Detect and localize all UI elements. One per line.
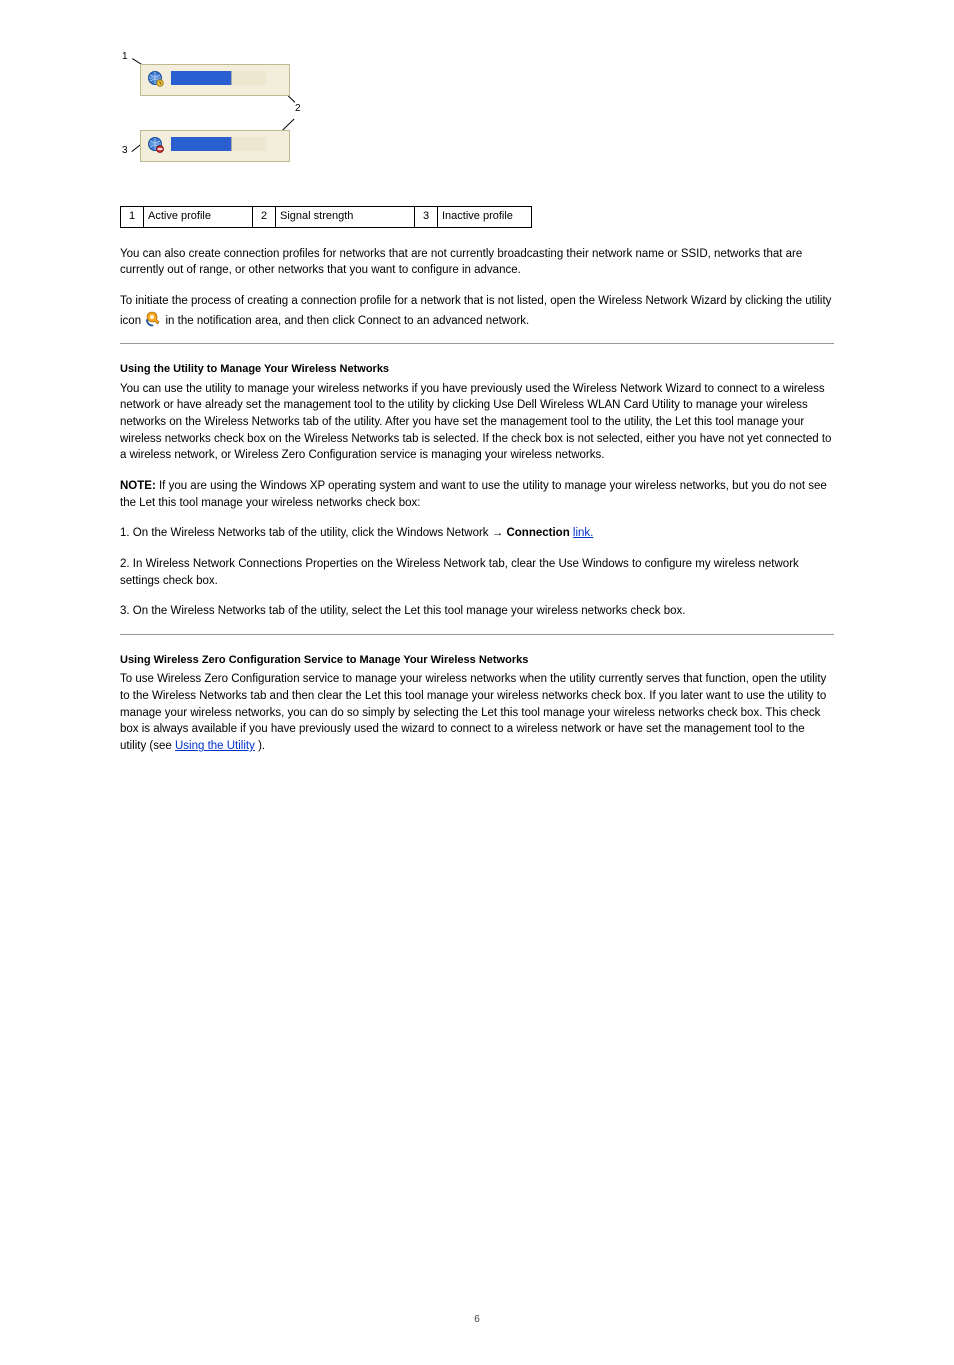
section-heading: Using Wireless Zero Configuration Servic… [120, 653, 834, 667]
arrow-icon: → [492, 527, 504, 539]
paragraph: To use Wireless Zero Configuration servi… [120, 671, 834, 754]
network-active-icon [147, 70, 165, 88]
signal-strength-indicator [231, 137, 266, 151]
page-number: 6 [120, 1315, 834, 1325]
profile-name-highlight [171, 71, 231, 85]
text: If you are using the Windows XP operatin… [120, 480, 827, 509]
table-row: 1 Active profile 2 Signal strength 3 Ina… [121, 207, 532, 228]
network-inactive-icon [147, 136, 165, 154]
note-paragraph: NOTE: If you are using the Windows XP op… [120, 478, 834, 511]
profile-figure: 1 2 3 [120, 48, 834, 198]
inactive-profile-bar [140, 130, 290, 162]
paragraph: You can use the utility to manage your w… [120, 381, 834, 464]
signal-strength-indicator [231, 71, 266, 85]
using-the-utility-link[interactable]: Using the Utility [175, 740, 255, 752]
note-label: NOTE: [120, 480, 156, 492]
key-number: 2 [253, 207, 276, 228]
connection-link[interactable]: link. [573, 527, 593, 539]
callout-2: 2 [295, 104, 301, 114]
paragraph: You can also create connection profiles … [120, 246, 834, 279]
text: In Wireless Network Connections Properti… [120, 558, 799, 587]
step-1: 1. On the Wireless Networks tab of the u… [120, 525, 834, 542]
text-bold: Connection [506, 527, 569, 539]
step-3: 3. On the Wireless Networks tab of the u… [120, 603, 834, 620]
active-profile-bar [140, 64, 290, 96]
key-text: Inactive profile [438, 207, 532, 228]
divider [120, 634, 834, 635]
callout-1: 1 [122, 52, 128, 62]
text: in the notification area, and then click… [166, 315, 530, 327]
key-number: 1 [121, 207, 144, 228]
key-text: Signal strength [276, 207, 415, 228]
section-heading: Using the Utility to Manage Your Wireles… [120, 362, 834, 376]
paragraph: To initiate the process of creating a co… [120, 293, 834, 329]
text: On the Wireless Networks tab of the util… [133, 527, 492, 539]
figure-key-table: 1 Active profile 2 Signal strength 3 Ina… [120, 206, 532, 228]
key-number: 3 [415, 207, 438, 228]
key-text: Active profile [144, 207, 253, 228]
text: On the Wireless Networks tab of the util… [133, 605, 686, 617]
callout-3: 3 [122, 146, 128, 156]
utility-tray-icon [144, 310, 162, 328]
text: ). [258, 740, 265, 752]
step-2: 2. In Wireless Network Connections Prope… [120, 556, 834, 589]
divider [120, 343, 834, 344]
profile-name-highlight [171, 137, 231, 151]
